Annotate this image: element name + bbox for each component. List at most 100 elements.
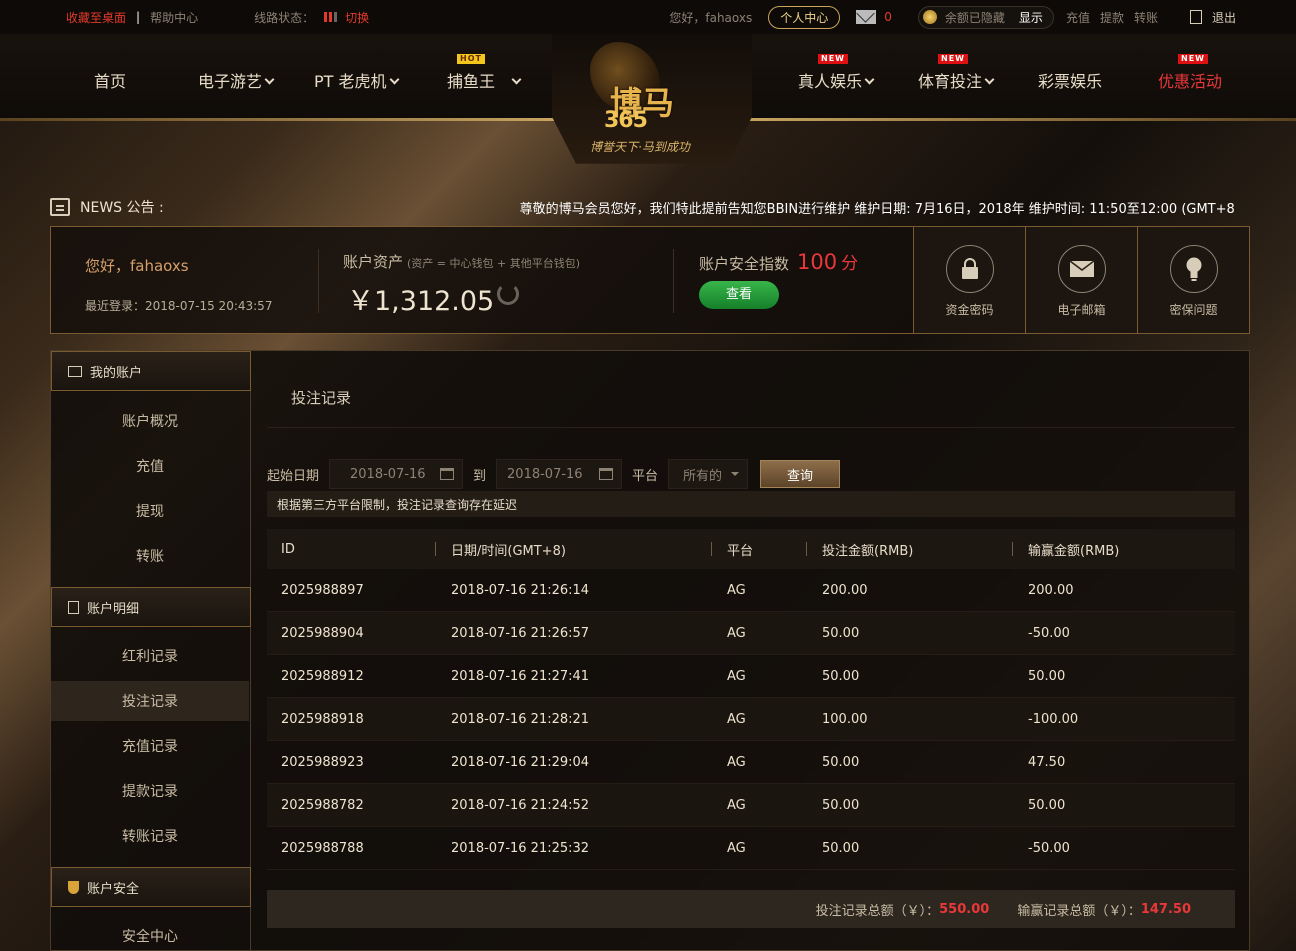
cell-bet: 50.00 — [822, 840, 860, 856]
switch-link[interactable]: 切换 — [345, 9, 369, 26]
lock-icon — [945, 245, 994, 293]
cell-id: 2025988782 — [281, 797, 364, 813]
envelope-icon — [1057, 245, 1106, 293]
cell-id: 2025988788 — [281, 840, 364, 856]
table-row: 2025988897 2018-07-16 21:26:14 AG 200.00 200… — [267, 569, 1235, 612]
sidebar-item-transfer-records[interactable]: 转账记录 — [51, 816, 249, 856]
nav-live[interactable]: NEW 真人娱乐 — [798, 54, 875, 92]
lightbulb-icon — [1169, 245, 1218, 293]
nav-promo[interactable]: NEW 优惠活动 — [1158, 54, 1223, 92]
nav-fishing[interactable]: HOT 捕鱼王 — [447, 54, 522, 92]
sidebar-item-deposit-records[interactable]: 充值记录 — [51, 726, 249, 766]
sidebar-item-bonus-records[interactable]: 红利记录 — [51, 636, 249, 676]
fund-password-tile[interactable]: 资金密码 — [913, 227, 1025, 333]
site-logo[interactable]: 博马 365 博誉天下·马到成功 — [552, 34, 752, 164]
content-area: 投注记录 起始日期 2018-07-16 到 2018-07-16 平台 所有的… — [267, 351, 1235, 951]
sidebar-item-overview[interactable]: 账户概况 — [51, 401, 249, 441]
account-summary: 您好，fahaoxs 最近登录：2018-07-15 20:43:57 账户资产… — [50, 226, 1250, 334]
cell-datetime: 2018-07-16 21:28:21 — [451, 711, 590, 727]
logout-icon — [1189, 10, 1202, 24]
security-label: 账户安全指数 — [699, 255, 790, 273]
deposit-link[interactable]: 充值 — [1066, 9, 1090, 26]
card-icon — [68, 365, 82, 377]
help-link[interactable]: 帮助中心 — [150, 9, 198, 26]
nav-pt[interactable]: PT 老虎机 — [314, 68, 399, 92]
chevron-down-icon — [389, 74, 399, 85]
table-row: 2025988923 2018-07-16 21:29:04 AG 50.00 47.5… — [267, 741, 1235, 784]
start-date-label: 起始日期 — [267, 468, 320, 484]
platform-select[interactable]: 所有的 — [668, 459, 749, 489]
security-score: 100 — [797, 250, 838, 274]
col-id: ID — [281, 541, 295, 557]
sidebar-item-bet-records[interactable]: 投注记录 — [51, 681, 249, 721]
nav-egames[interactable]: 电子游艺 — [198, 68, 275, 92]
col-bet-amount: 投注金额(RMB) — [806, 540, 1028, 559]
mail-icon[interactable] — [856, 10, 877, 24]
table-row: 2025988912 2018-07-16 21:27:41 AG 50.00 50.0… — [267, 655, 1235, 698]
email-tile[interactable]: 电子邮箱 — [1025, 227, 1137, 333]
cell-platform: AG — [727, 797, 746, 813]
sidebar-item-withdraw-records[interactable]: 提款记录 — [51, 771, 249, 811]
cell-win: -50.00 — [1028, 625, 1070, 641]
last-login: 最近登录：2018-07-15 20:43:57 — [85, 299, 273, 313]
new-badge: NEW — [1178, 54, 1208, 64]
sidebar-item-security-center[interactable]: 安全中心 — [51, 916, 249, 951]
cell-datetime: 2018-07-16 21:26:57 — [451, 625, 590, 641]
calendar-icon[interactable] — [440, 468, 455, 480]
col-win-amount: 输赢金额(RMB) — [1012, 540, 1235, 559]
view-security-button[interactable]: 查看 — [699, 281, 779, 309]
sidebar-item-deposit[interactable]: 充值 — [51, 446, 249, 486]
calendar-icon[interactable] — [599, 468, 614, 480]
mail-count: 0 — [884, 10, 892, 24]
cell-platform: AG — [727, 711, 746, 727]
nav-fishing-label: 捕鱼王 — [447, 72, 496, 91]
nav-home-label: 首页 — [94, 72, 127, 91]
sidebar-header-my-account[interactable]: 我的账户 — [51, 351, 251, 391]
refresh-icon[interactable] — [497, 283, 519, 305]
tile-label: 资金密码 — [945, 303, 994, 317]
security-question-tile[interactable]: 密保问题 — [1137, 227, 1249, 333]
withdraw-link[interactable]: 提款 — [1100, 9, 1124, 26]
bet-total-value: 550.00 — [939, 901, 990, 917]
nav-lottery[interactable]: 彩票娱乐 — [1038, 68, 1102, 92]
main-panel: 我的账户 账户概况 充值 提现 转账 账户明细 红利记录 投注记录 充值记录 提… — [50, 350, 1250, 951]
win-total-value: 147.50 — [1140, 901, 1191, 917]
sidebar-header-security[interactable]: 账户安全 — [51, 867, 251, 907]
end-date-input[interactable]: 2018-07-16 — [496, 459, 623, 489]
sidebar-header-details[interactable]: 账户明细 — [51, 587, 251, 627]
coin-icon — [922, 10, 937, 24]
start-date-input[interactable]: 2018-07-16 — [329, 459, 464, 489]
divider — [318, 249, 319, 313]
nav-sports[interactable]: NEW 体育投注 — [918, 54, 995, 92]
cell-platform: AG — [727, 668, 746, 684]
cell-id: 2025988923 — [281, 754, 364, 770]
win-total-label: 输赢记录总额（￥）： — [1017, 903, 1141, 919]
cell-datetime: 2018-07-16 21:29:04 — [451, 754, 590, 770]
separator: | — [136, 10, 141, 24]
logo-number: 365 — [604, 108, 648, 133]
shield-icon — [68, 880, 79, 894]
sidebar-item-transfer[interactable]: 转账 — [51, 536, 249, 576]
assets-title: 账户资产 — [343, 253, 404, 271]
nav-home[interactable]: 首页 — [94, 68, 126, 92]
nav-promo-label: 优惠活动 — [1158, 72, 1223, 91]
to-label: 到 — [473, 468, 487, 484]
page-title: 投注记录 — [291, 389, 352, 407]
logout-button[interactable]: 退出 — [1189, 9, 1236, 26]
balance-hidden-text: 余额已隐藏 — [944, 10, 1005, 25]
chevron-down-icon — [984, 74, 995, 85]
sidebar: 我的账户 账户概况 充值 提现 转账 账户明细 红利记录 投注记录 充值记录 提… — [51, 351, 251, 951]
platform-value: 所有的 — [683, 468, 723, 484]
cell-bet: 50.00 — [822, 754, 860, 770]
show-balance-button[interactable]: 显示 — [1019, 9, 1043, 26]
cell-platform: AG — [727, 582, 746, 598]
bookmark-link[interactable]: 收藏至桌面 — [66, 9, 126, 26]
query-button[interactable]: 查询 — [760, 460, 841, 488]
news-text[interactable]: 尊敬的博马会员您好，我们特此提前告知您BBIN进行维护 维护日期: 7月16日，… — [520, 198, 1235, 217]
transfer-link[interactable]: 转账 — [1134, 9, 1158, 26]
cell-win: -100.00 — [1028, 711, 1079, 727]
cell-platform: AG — [727, 754, 746, 770]
sidebar-item-withdraw[interactable]: 提现 — [51, 491, 249, 531]
personal-center-button[interactable]: 个人中心 — [768, 5, 841, 29]
account-hello: 您好，fahaoxs — [85, 257, 189, 275]
